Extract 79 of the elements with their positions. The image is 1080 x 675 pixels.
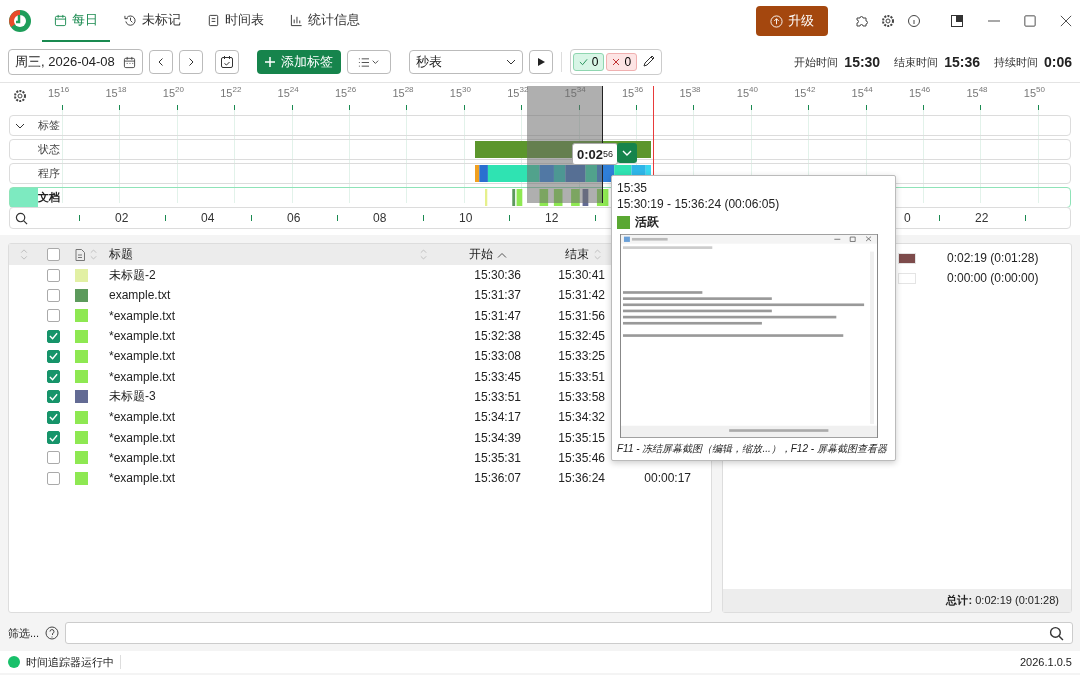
hour-label: 04 bbox=[201, 211, 215, 225]
time-axis-label: 15$^{46}$ bbox=[909, 85, 931, 99]
title-cell-text: *example.txt bbox=[109, 349, 177, 364]
time-axis-label: 15$^{18}$ bbox=[105, 85, 127, 99]
duration-value: 0:06 bbox=[1043, 54, 1072, 70]
title-cell-text: 未标题-2 bbox=[109, 266, 157, 284]
time-axis-label: 15$^{38}$ bbox=[679, 85, 701, 99]
version-text: 2026.1.0.5 bbox=[1020, 656, 1072, 668]
total-text: 总计: 0:02:19 (0:01:28) bbox=[946, 593, 1059, 608]
start-time-value: 15:30 bbox=[844, 54, 881, 70]
summary-value: 0:00:00 (0:00:00) bbox=[947, 271, 1040, 285]
time-axis-label: 15$^{40}$ bbox=[736, 85, 758, 99]
end-cell-text: 15:35:15 bbox=[557, 430, 605, 445]
title-cell-text: example.txt bbox=[109, 288, 172, 303]
time-axis-label: 15$^{22}$ bbox=[220, 85, 242, 99]
time-axis-label: 15$^{26}$ bbox=[335, 85, 357, 99]
title-cell-text: *example.txt bbox=[109, 369, 177, 384]
time-axis-label: 15$^{42}$ bbox=[794, 85, 816, 99]
start-cell-text: 15:31:37 bbox=[473, 288, 521, 303]
start-cell-text: 15:33:45 bbox=[473, 369, 521, 384]
time-axis-label: 15$^{20}$ bbox=[162, 85, 184, 99]
duration-tooltip: 0:02$^{56}$ bbox=[572, 143, 619, 165]
start-cell-text: 15:31:47 bbox=[473, 308, 521, 323]
start-time-label: 开始时间 bbox=[794, 54, 839, 70]
end-cell-text: 15:33:58 bbox=[557, 389, 605, 404]
date-text: 周三, 2026-04-08 bbox=[15, 53, 115, 71]
hour-label: 12 bbox=[545, 211, 559, 225]
title-cell-text: 未标题-3 bbox=[109, 388, 157, 406]
summary-value: 0:02:19 (0:01:28) bbox=[947, 251, 1040, 265]
end-cell-text: 15:31:42 bbox=[557, 288, 605, 303]
time-axis-label: 15$^{24}$ bbox=[277, 85, 299, 99]
hour-label: 08 bbox=[373, 211, 387, 225]
start-cell-text: 15:33:08 bbox=[473, 349, 521, 364]
end-cell-text: 15:33:25 bbox=[557, 349, 605, 364]
time-axis-label: 15$^{36}$ bbox=[622, 85, 644, 99]
title-cell-text: *example.txt bbox=[109, 308, 177, 323]
title-cell-text: *example.txt bbox=[109, 471, 177, 486]
hour-label: 06 bbox=[287, 211, 301, 225]
time-axis-label: 15$^{16}$ bbox=[48, 85, 70, 99]
end-cell-text: 15:31:56 bbox=[557, 308, 605, 323]
title-cell-text: *example.txt bbox=[109, 430, 177, 445]
status-text: 时间追踪器运行中 bbox=[26, 654, 114, 670]
start-cell-text: 15:34:17 bbox=[473, 410, 521, 425]
duration-cell-text: 00:00:17 bbox=[643, 471, 691, 486]
start-cell-text: 15:35:31 bbox=[473, 450, 521, 465]
start-cell-text: 15:34:39 bbox=[473, 430, 521, 445]
end-cell-text: 15:30:41 bbox=[557, 268, 605, 283]
end-cell-text: 15:36:24 bbox=[557, 471, 605, 486]
hour-label: 22 bbox=[975, 211, 989, 225]
title-cell-text: *example.txt bbox=[109, 329, 177, 344]
end-cell-text: 15:32:45 bbox=[557, 329, 605, 344]
select-value: 秒表 bbox=[415, 53, 442, 71]
time-axis-label: 15$^{44}$ bbox=[851, 85, 873, 99]
start-cell-text: 15:32:38 bbox=[473, 329, 521, 344]
end-time-label: 结束时间 bbox=[894, 54, 939, 70]
end-cell-text: 15:35:46 bbox=[557, 450, 605, 465]
end-time-value: 15:36 bbox=[944, 54, 980, 70]
time-axis-label: 15$^{28}$ bbox=[392, 85, 414, 99]
title-cell-text: *example.txt bbox=[109, 450, 177, 465]
end-cell-text: 15:33:51 bbox=[557, 369, 605, 384]
title-cell-text: *example.txt bbox=[109, 410, 177, 425]
hour-label: 10 bbox=[459, 211, 473, 225]
start-cell-text: 15:33:51 bbox=[473, 389, 521, 404]
time-axis-label: 15$^{30}$ bbox=[449, 85, 471, 99]
time-axis-label: 15$^{48}$ bbox=[966, 85, 988, 99]
row-label: 文档 bbox=[38, 190, 60, 205]
row-label: 程序 bbox=[38, 166, 60, 181]
start-cell-text: 15:30:36 bbox=[473, 268, 521, 283]
row-label: 状态 bbox=[38, 142, 60, 157]
hour-label: 02 bbox=[115, 211, 129, 225]
time-axis-label: 15$^{50}$ bbox=[1023, 85, 1045, 99]
hour-label: 0 bbox=[904, 211, 911, 225]
end-cell-text: 15:34:32 bbox=[557, 410, 605, 425]
duration-label: 持续时间 bbox=[993, 54, 1038, 70]
row-label: 标签 bbox=[38, 118, 60, 133]
tooltip-hint: F11 - 冻结屏幕截图（编辑，缩放...），F12 - 屏幕截图查看器 bbox=[617, 442, 887, 456]
state-label: 活跃 bbox=[635, 214, 659, 231]
filter-label: 筛选... bbox=[8, 625, 40, 641]
start-cell-text: 15:36:07 bbox=[473, 471, 521, 486]
